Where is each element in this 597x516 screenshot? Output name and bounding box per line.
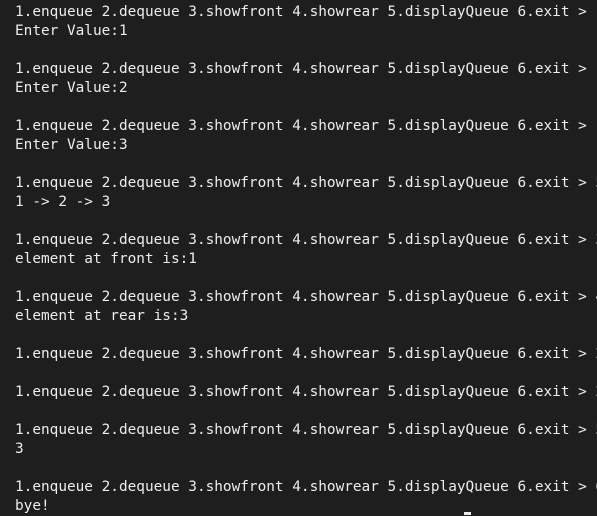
terminal-line: 1.enqueue 2.dequeue 3.showfront 4.showre… [15, 232, 597, 248]
terminal-line: 3 [15, 441, 24, 457]
terminal-line: Enter Value:3 [15, 137, 128, 153]
terminal-line: Enter Value:1 [15, 23, 128, 39]
terminal-line: element at front is:1 [15, 251, 197, 267]
terminal-line: element at rear is:3 [15, 308, 189, 324]
terminal-line: 1.enqueue 2.dequeue 3.showfront 4.showre… [15, 346, 597, 362]
terminal-line: 1 -> 2 -> 3 [15, 194, 111, 210]
terminal-cursor [464, 512, 471, 515]
terminal-line: bye! [15, 498, 50, 514]
terminal-line: 1.enqueue 2.dequeue 3.showfront 4.showre… [15, 118, 597, 134]
terminal-line: 1.enqueue 2.dequeue 3.showfront 4.showre… [15, 175, 597, 191]
terminal-line: 1.enqueue 2.dequeue 3.showfront 4.showre… [15, 422, 597, 438]
terminal-line: 1.enqueue 2.dequeue 3.showfront 4.showre… [15, 479, 597, 495]
terminal-line: Enter Value:2 [15, 80, 128, 96]
terminal-line: 1.enqueue 2.dequeue 3.showfront 4.showre… [15, 4, 597, 20]
terminal-line: 1.enqueue 2.dequeue 3.showfront 4.showre… [15, 61, 597, 77]
terminal-line: 1.enqueue 2.dequeue 3.showfront 4.showre… [15, 384, 597, 400]
terminal-window[interactable]: 1.enqueue 2.dequeue 3.showfront 4.showre… [0, 0, 597, 516]
terminal-line: 1.enqueue 2.dequeue 3.showfront 4.showre… [15, 289, 597, 305]
